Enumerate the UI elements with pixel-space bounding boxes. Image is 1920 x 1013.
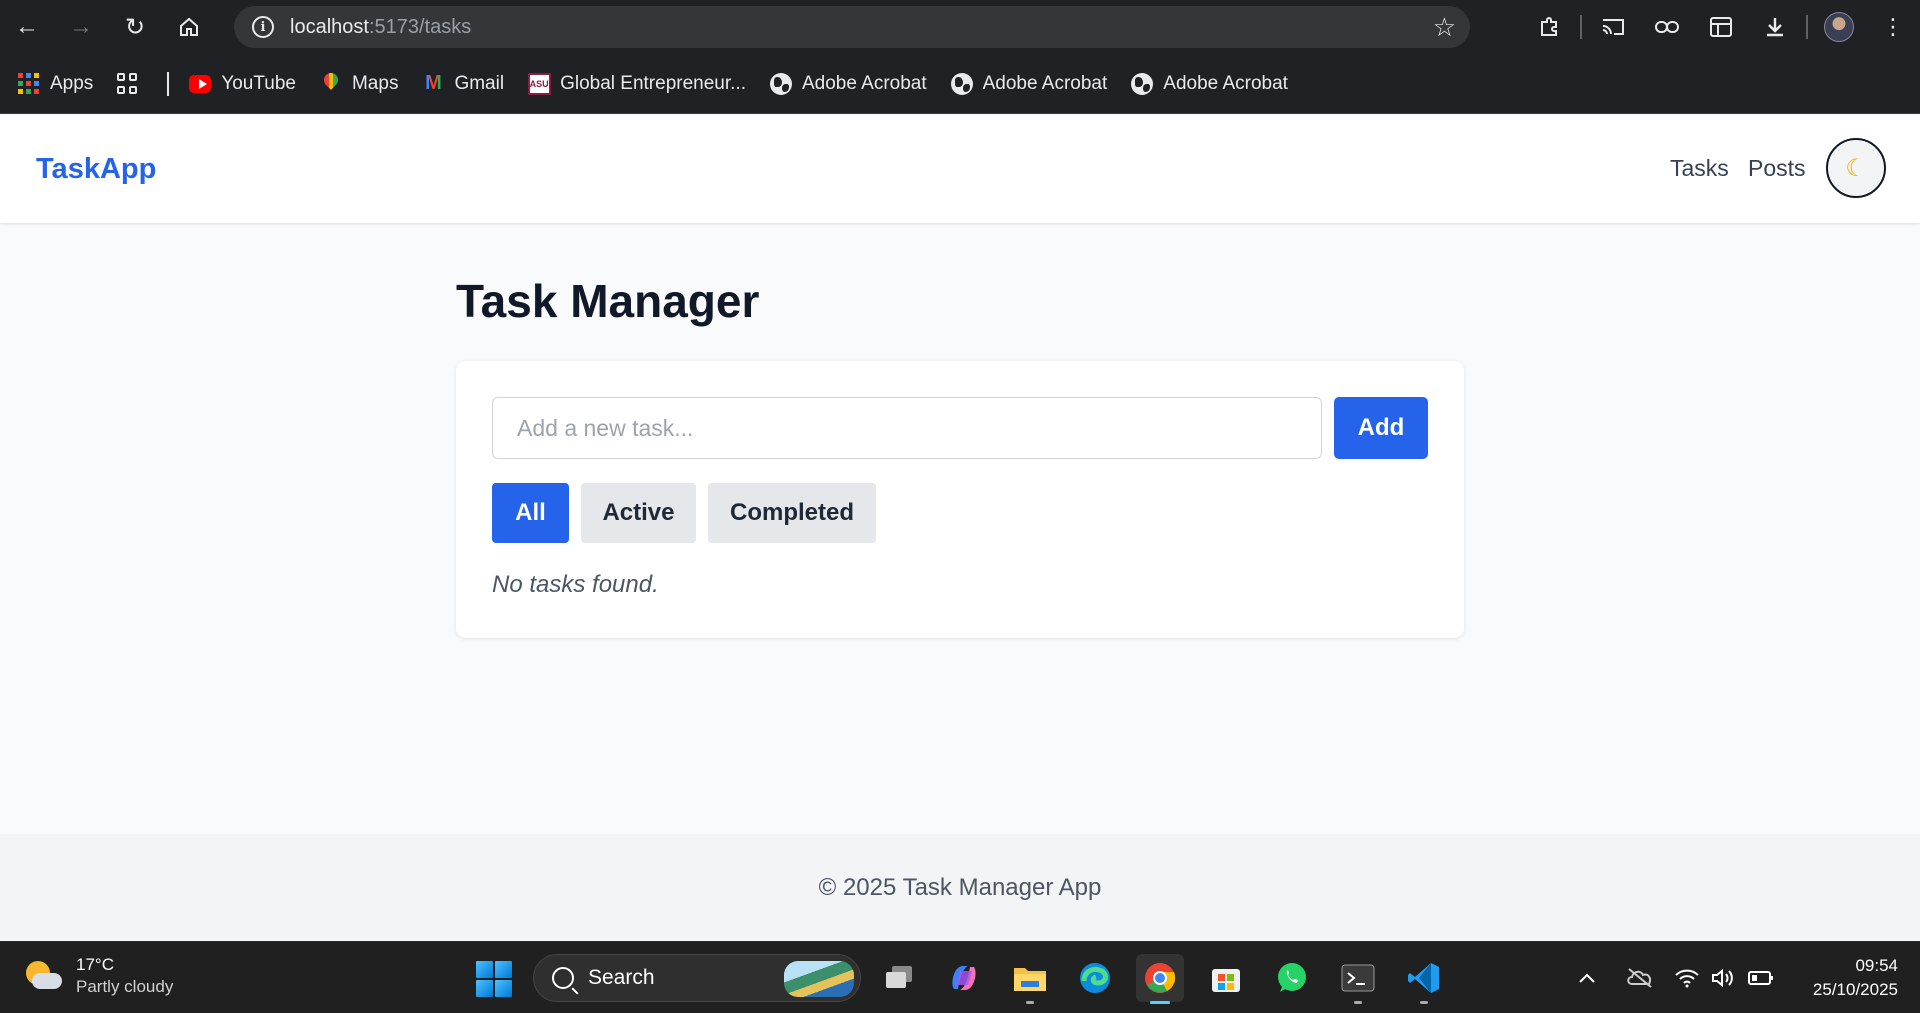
url-host: localhost [290, 15, 369, 38]
add-task-button[interactable]: Add [1334, 397, 1428, 459]
grid-icon [117, 72, 139, 95]
show-hidden-icons-chevron-icon[interactable] [1578, 942, 1596, 1013]
site-info-icon[interactable]: i [242, 6, 284, 48]
reload-icon[interactable]: ↻ [108, 0, 162, 54]
bookmark-label: Maps [351, 72, 399, 94]
bookmark-label: Global Entrepreneur... [560, 72, 746, 94]
running-indicator [1026, 1001, 1034, 1004]
new-task-input[interactable] [492, 397, 1322, 459]
filter-active-button[interactable]: Active [581, 483, 696, 543]
bookmark-label: Adobe Acrobat [801, 72, 927, 94]
running-indicator [1420, 1001, 1428, 1004]
back-icon[interactable]: ← [0, 0, 54, 54]
clock-time: 09:54 [1855, 956, 1898, 975]
apps-grid-icon [18, 72, 40, 95]
filter-completed-button[interactable]: Completed [708, 483, 876, 543]
url-path: :5173/tasks [368, 15, 472, 38]
app-navbar: TaskApp Tasks Posts ☾ [0, 115, 1920, 223]
home-icon[interactable] [162, 0, 216, 54]
globe-icon [1131, 72, 1154, 95]
bookmark-adobe-acrobat[interactable]: Adobe Acrobat [950, 72, 1108, 95]
active-indicator [1150, 1001, 1170, 1004]
file-explorer-icon[interactable] [1006, 954, 1054, 1004]
link-icon[interactable] [1640, 0, 1694, 54]
footer: © 2025 Task Manager App [0, 834, 1920, 941]
taskbar: 17°C Partly cloudy Search 09:54 25/10/20… [0, 941, 1920, 1013]
bookmark-label: Adobe Acrobat [982, 72, 1108, 94]
bookmark-star-icon[interactable]: ☆ [1433, 12, 1456, 43]
task-view-icon[interactable] [875, 954, 923, 1002]
partly-cloudy-icon [24, 957, 62, 995]
globe-icon [769, 72, 792, 95]
volume-icon[interactable] [1711, 942, 1735, 1013]
vscode-icon[interactable] [1400, 954, 1448, 1004]
weather-widget[interactable]: 17°C Partly cloudy [24, 954, 173, 998]
running-indicator [1354, 1001, 1362, 1004]
bookmark-label: Adobe Acrobat [1163, 72, 1288, 94]
chrome-browser-icon[interactable] [1136, 954, 1184, 1004]
brand-logo[interactable]: TaskApp [36, 153, 156, 186]
bookmark-label: Gmail [454, 72, 505, 94]
bookmark-youtube[interactable]: YouTube [189, 73, 296, 95]
windows-start-icon[interactable] [476, 961, 512, 997]
extensions-icon[interactable] [1522, 0, 1576, 54]
bookmarks-bar: Apps YouTube Maps M Gmail ASU Global Ent… [0, 54, 1920, 114]
bookmark-label: Apps [50, 72, 94, 94]
toolbar-divider [1806, 15, 1808, 39]
browser-toolbar: ← → ↻ i localhost:5173/tasks ☆ ⋮ [0, 0, 1920, 54]
asu-logo-icon: ASU [527, 72, 551, 95]
edge-browser-icon[interactable] [1071, 954, 1119, 1002]
whatsapp-icon[interactable] [1268, 954, 1316, 1002]
bookmark-adobe-acrobat[interactable]: Adobe Acrobat [769, 72, 927, 95]
download-icon[interactable] [1748, 0, 1802, 54]
nav-link-tasks[interactable]: Tasks [1670, 155, 1729, 182]
bookmark-divider [167, 71, 170, 96]
forward-icon[interactable]: → [54, 0, 108, 54]
globe-icon [950, 72, 973, 95]
gmail-icon: M [425, 72, 442, 94]
moon-icon: ☾ [1845, 154, 1867, 182]
youtube-icon [189, 73, 212, 95]
tab-layout-icon[interactable] [1694, 0, 1748, 54]
bookmark-global-entrepreneur[interactable]: ASU Global Entrepreneur... [527, 72, 746, 95]
empty-state-message: No tasks found. [492, 571, 659, 598]
bookmark-maps[interactable]: Maps [320, 73, 398, 95]
taskbar-search[interactable]: Search [533, 954, 861, 1002]
system-clock[interactable]: 09:54 25/10/2025 [1813, 954, 1898, 1002]
url-text: localhost:5173/tasks [290, 16, 471, 39]
address-bar[interactable]: i localhost:5173/tasks ☆ [234, 6, 1470, 48]
page-title: Task Manager [456, 275, 760, 327]
maps-pin-icon [320, 73, 342, 95]
footer-copyright: © 2025 Task Manager App [818, 873, 1102, 901]
profile-avatar[interactable] [1812, 0, 1866, 54]
bookmark-apps[interactable]: Apps [18, 72, 94, 95]
bookmark-gmail[interactable]: M Gmail [422, 72, 505, 95]
menu-kebab-icon[interactable]: ⋮ [1866, 0, 1920, 54]
filter-all-button[interactable]: All [492, 483, 569, 543]
taskbar-search-label: Search [588, 966, 655, 989]
tab-groups-button[interactable] [117, 72, 149, 95]
wifi-icon[interactable] [1674, 942, 1700, 1013]
terminal-icon[interactable] [1334, 954, 1382, 1004]
weather-description: Partly cloudy [76, 977, 174, 996]
toolbar-divider [1580, 15, 1582, 39]
onedrive-offline-icon[interactable] [1626, 942, 1654, 1013]
battery-icon[interactable] [1748, 942, 1774, 1013]
clock-date: 25/10/2025 [1812, 980, 1898, 999]
bookmark-label: YouTube [221, 72, 296, 94]
search-icon [552, 967, 574, 989]
weather-temperature: 17°C [76, 955, 114, 974]
nav-link-posts[interactable]: Posts [1748, 155, 1806, 182]
search-highlight-image [784, 961, 854, 997]
theme-toggle-button[interactable]: ☾ [1826, 138, 1886, 198]
copilot-icon[interactable] [940, 954, 988, 1002]
microsoft-store-icon[interactable] [1202, 954, 1250, 1002]
task-card: Add All Active Completed No tasks found. [456, 361, 1464, 638]
bookmark-adobe-acrobat[interactable]: Adobe Acrobat [1131, 72, 1288, 95]
cast-icon[interactable] [1586, 0, 1640, 54]
